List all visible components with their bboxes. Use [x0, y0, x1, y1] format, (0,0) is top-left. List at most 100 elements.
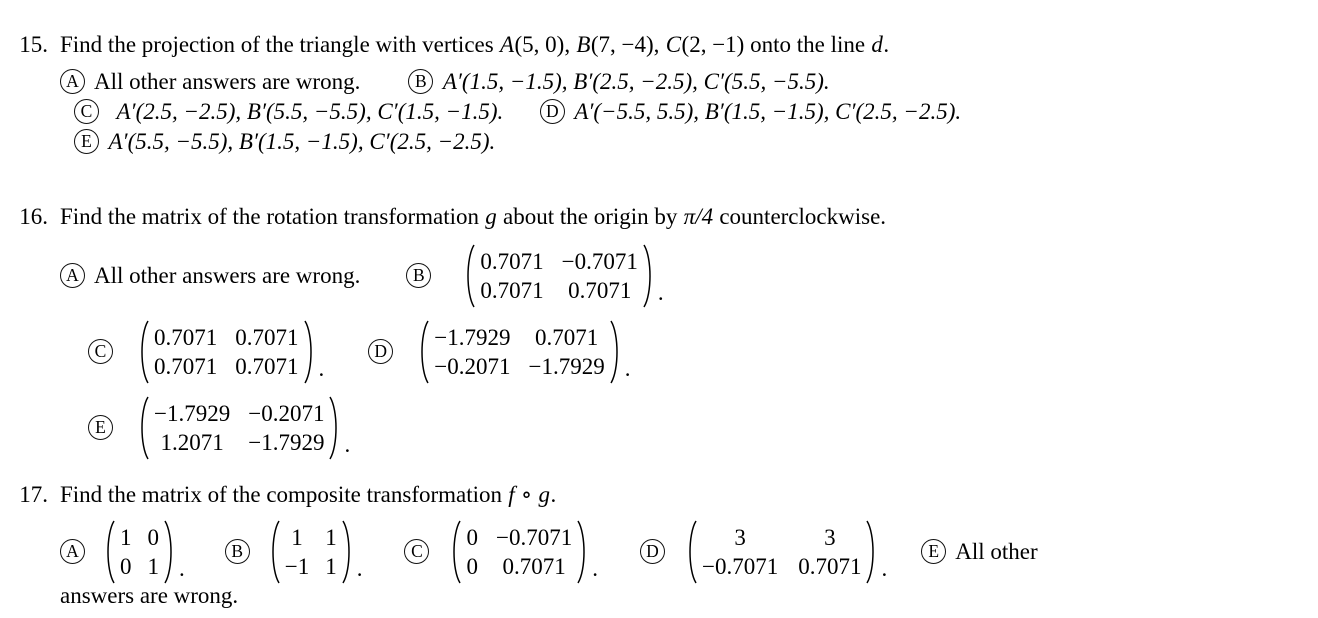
option-e-wrap-text: answers are wrong.	[60, 583, 239, 608]
matrix-cell: 0	[120, 554, 132, 579]
option-b-period: .	[356, 556, 363, 581]
left-paren-icon	[267, 520, 280, 584]
option-letter-e-icon: E	[88, 414, 113, 440]
option-c-text: A′(2.5, −2.5), B′(5.5, −5.5), C′(1.5, −1…	[116, 99, 504, 124]
option-a-period: .	[179, 556, 185, 581]
problem-16-option-a[interactable]: A All other answers are wrong.	[60, 262, 361, 289]
problem-17-option-e[interactable]: E All other	[921, 538, 1038, 565]
problem-17-option-c[interactable]: C 0 −0.7071 0 0.7071 .	[404, 520, 598, 584]
matrix-cell: 0	[466, 525, 478, 550]
problem-17-option-b[interactable]: B 1 1 −1 1 .	[224, 520, 363, 584]
option-b-period: .	[657, 280, 664, 305]
matrix-cell: −0.7071	[495, 525, 573, 550]
matrix-cell: −0.7071	[561, 249, 638, 274]
problem-15-option-e[interactable]: E A′(5.5, −5.5), B′(1.5, −1.5), C′(2.5, …	[74, 128, 496, 155]
matrix-cell: 0.7071	[235, 354, 299, 379]
vertex-a-coords: (5, 0),	[514, 32, 576, 57]
stem-tail-text: onto the line	[750, 32, 871, 57]
matrix-cell: −0.2071	[434, 354, 511, 379]
left-paren-icon	[102, 520, 115, 584]
problem-16-option-b[interactable]: B 0.7071 −0.7071 0.7071 0.7071 .	[406, 244, 664, 308]
problem-16-stem: Find the matrix of the rotation transfor…	[60, 202, 1308, 232]
matrix-cell: 0.7071	[235, 325, 299, 350]
problem-17-option-d[interactable]: D 3 3 −0.7071 0.7071 .	[639, 520, 887, 584]
option-a-text: All other answers are wrong.	[94, 263, 361, 288]
option-letter-d-icon: D	[639, 538, 665, 564]
problem-16-option-c[interactable]: C 0.7071 0.7071 0.7071 0.7071 .	[88, 320, 324, 384]
problem-17-option-a[interactable]: A 1 0 0 1 .	[60, 520, 185, 584]
vertex-b-coords: (7, −4),	[590, 32, 666, 57]
matrix-cell: 0.7071	[154, 354, 218, 379]
option-b-text: A′(1.5, −1.5), B′(2.5, −2.5), C′(5.5, −5…	[442, 69, 830, 94]
problem-16-option-d[interactable]: D −1.7929 0.7071 −0.2071 −1.7929 .	[368, 320, 630, 384]
right-paren-icon	[866, 520, 879, 584]
problem-17-choices-row-1: A 1 0 0 1 . B 1 1 −1 1 . C 0 −0.7071 0 0…	[60, 520, 1318, 584]
problem-15: 15. Find the projection of the triangle …	[8, 30, 1308, 155]
matrix-cell: −1	[284, 554, 310, 579]
matrix-cell: −1.7929	[154, 401, 231, 426]
vertex-c-coords: (2, −1)	[681, 32, 751, 57]
option-e-period: .	[344, 432, 351, 457]
option-letter-c-icon: C	[74, 98, 99, 124]
option-letter-a-icon: A	[60, 68, 85, 94]
matrix-cell: 0	[147, 525, 160, 550]
transformation-g-variable: g	[485, 204, 497, 229]
problem-15-stem: Find the projection of the triangle with…	[60, 30, 1308, 60]
line-variable: d	[871, 32, 883, 57]
right-paren-icon	[577, 520, 590, 584]
left-paren-icon	[684, 520, 697, 584]
problem-16-number: 16.	[19, 204, 48, 229]
matrix-cell: 0.7071	[568, 278, 632, 303]
matrix-cell: 0.7071	[502, 554, 566, 579]
matrix-cell: −0.2071	[248, 401, 325, 426]
matrix-cell: 0.7071	[480, 249, 544, 274]
option-letter-b-icon: B	[224, 538, 250, 564]
problem-16-option-e[interactable]: E −1.7929 −0.2071 1.2071 −1.7929 .	[88, 396, 350, 460]
option-letter-d-icon: D	[368, 338, 394, 364]
option-b-matrix: 1 1 −1 1 .	[267, 520, 363, 584]
stem-period: .	[550, 482, 557, 507]
option-a-matrix: 1 0 0 1 .	[102, 520, 185, 584]
option-e-matrix: −1.7929 −0.2071 1.2071 −1.7929 .	[136, 396, 350, 460]
option-d-matrix: 3 3 −0.7071 0.7071 .	[684, 520, 887, 584]
matrix-cell: 1.2071	[160, 430, 224, 455]
right-paren-icon	[610, 320, 623, 384]
option-d-matrix: −1.7929 0.7071 −0.2071 −1.7929 .	[416, 320, 630, 384]
option-c-period: .	[318, 356, 325, 381]
problem-17-option-e-continuation: answers are wrong.	[60, 582, 1318, 610]
option-d-period: .	[624, 356, 631, 381]
left-paren-icon	[462, 244, 476, 308]
option-c-period: .	[592, 556, 598, 581]
problem-15-option-c[interactable]: C A′(2.5, −2.5), B′(5.5, −5.5), C′(1.5, …	[74, 98, 504, 125]
problem-16-choices-row-1: A All other answers are wrong. B 0.7071 …	[60, 244, 1308, 308]
problem-15-choices-row-1: A All other answers are wrong. B A′(1.5,…	[60, 68, 1308, 95]
vertex-b-label: B	[576, 32, 591, 57]
exam-page: 15. Find the projection of the triangle …	[0, 0, 1318, 618]
stem-tail-text: counterclockwise.	[713, 204, 887, 229]
matrix-cell: 1	[120, 525, 132, 550]
problem-15-option-b[interactable]: B A′(1.5, −1.5), B′(2.5, −2.5), C′(5.5, …	[408, 68, 830, 95]
stem-period: .	[883, 32, 890, 57]
right-paren-icon	[164, 520, 177, 584]
left-paren-icon	[416, 320, 429, 384]
matrix-cell: −1.7929	[248, 430, 325, 455]
matrix-cell: 0	[466, 554, 478, 579]
option-letter-e-icon: E	[921, 538, 947, 564]
matrix-cell: −1.7929	[528, 354, 605, 379]
option-e-text: All other	[955, 539, 1038, 564]
option-letter-e-icon: E	[74, 128, 99, 154]
right-paren-icon	[342, 520, 355, 584]
transformation-g-variable: g	[538, 482, 550, 507]
problem-15-option-d[interactable]: D A′(−5.5, 5.5), B′(1.5, −1.5), C′(2.5, …	[539, 98, 962, 125]
option-letter-d-icon: D	[539, 98, 565, 124]
left-paren-icon	[136, 396, 149, 460]
matrix-cell: 0.7071	[154, 325, 218, 350]
vertex-c-label: C	[665, 32, 682, 57]
matrix-cell: 1	[325, 554, 337, 579]
problem-15-option-a[interactable]: A All other answers are wrong.	[60, 68, 360, 95]
stem-lead-text: Find the matrix of the rotation transfor…	[60, 204, 485, 229]
left-paren-icon	[136, 320, 149, 384]
option-c-matrix: 0 −0.7071 0 0.7071 .	[448, 520, 598, 584]
matrix-cell: −0.7071	[701, 554, 779, 579]
matrix-cell: −1.7929	[434, 325, 511, 350]
